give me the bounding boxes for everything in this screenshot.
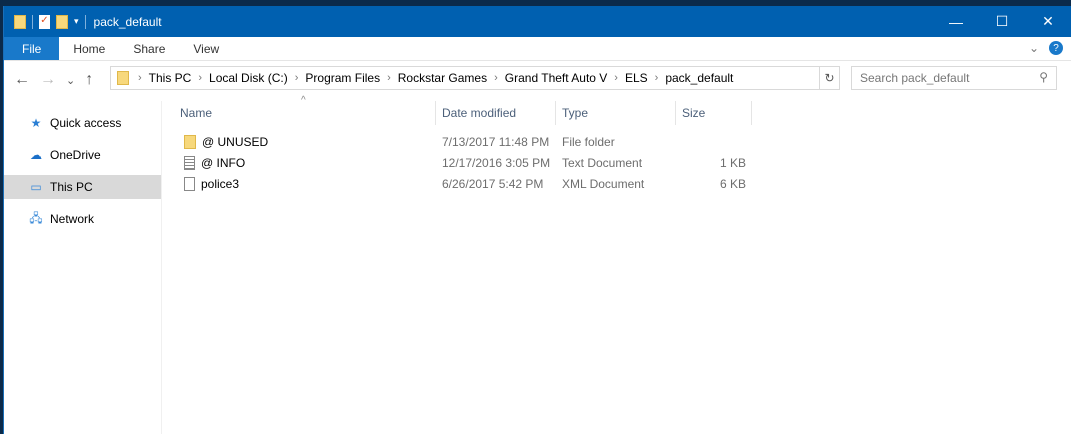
- file-list: ^ Name Date modified Type Size @ UNUSED …: [174, 95, 1071, 194]
- file-size: 1 KB: [719, 155, 746, 170]
- divider: [32, 14, 33, 29]
- file-date: 6/26/2017 5:42 PM: [442, 176, 544, 191]
- new-folder-icon[interactable]: [56, 14, 68, 29]
- expand-ribbon-icon[interactable]: ⌄: [1029, 41, 1039, 55]
- refresh-button[interactable]: ↻: [819, 67, 839, 89]
- navigation-pane: ★ Quick access ☁ OneDrive ▭ This PC 🖧 Networ…: [4, 101, 162, 434]
- back-button[interactable]: ←: [14, 71, 30, 89]
- star-icon: ★: [30, 116, 42, 130]
- tab-home[interactable]: Home: [59, 37, 119, 60]
- text-file-icon: [184, 155, 195, 170]
- tab-view[interactable]: View: [179, 37, 233, 60]
- breadcrumb-gta-v[interactable]: Grand Theft Auto V: [505, 71, 608, 85]
- chevron-right-icon[interactable]: ›: [387, 72, 391, 84]
- file-row[interactable]: @ UNUSED 7/13/2017 11:48 PM File folder: [174, 131, 1071, 152]
- recent-locations-button[interactable]: ⌄: [66, 74, 75, 87]
- file-date: 12/17/2016 3:05 PM: [442, 155, 551, 170]
- chevron-right-icon[interactable]: ›: [295, 72, 299, 84]
- chevron-right-icon[interactable]: ›: [198, 72, 202, 84]
- file-name: @ UNUSED: [202, 134, 269, 149]
- computer-icon: ▭: [30, 180, 42, 194]
- minimize-button[interactable]: —: [933, 6, 979, 37]
- sidebar-item-label: This PC: [50, 180, 93, 194]
- forward-button[interactable]: →: [40, 71, 56, 89]
- title-bar: ✓ ▾ pack_default — ☐ ✕: [4, 6, 1071, 37]
- sidebar-item-this-pc[interactable]: ▭ This PC: [4, 175, 161, 199]
- breadcrumb-rockstar-games[interactable]: Rockstar Games: [398, 71, 487, 85]
- column-header-date[interactable]: Date modified: [436, 101, 556, 125]
- window-title: pack_default: [93, 14, 162, 29]
- sidebar-item-network[interactable]: 🖧 Network: [4, 207, 161, 231]
- chevron-right-icon[interactable]: ›: [494, 72, 498, 84]
- divider: [84, 14, 86, 29]
- file-row[interactable]: police3 6/26/2017 5:42 PM XML Document 6…: [174, 173, 1071, 194]
- search-icon: ⚲: [1039, 70, 1048, 84]
- network-icon: 🖧: [29, 210, 43, 225]
- sidebar-item-onedrive[interactable]: ☁ OneDrive: [4, 143, 161, 167]
- breadcrumb-els[interactable]: ELS: [625, 71, 648, 85]
- file-type: File folder: [562, 134, 615, 149]
- search-placeholder: Search pack_default: [860, 71, 970, 85]
- tab-share[interactable]: Share: [119, 37, 179, 60]
- file-type: Text Document: [562, 155, 643, 170]
- search-input[interactable]: Search pack_default ⚲: [851, 66, 1057, 90]
- up-button[interactable]: ↑: [85, 71, 93, 89]
- file-size: 6 KB: [719, 176, 746, 191]
- customize-qat-icon[interactable]: ▾: [74, 16, 79, 27]
- folder-icon: [14, 14, 26, 29]
- file-row[interactable]: @ INFO 12/17/2016 3:05 PM Text Document …: [174, 152, 1071, 173]
- chevron-right-icon[interactable]: ›: [614, 72, 618, 84]
- properties-icon[interactable]: ✓: [39, 14, 50, 29]
- chevron-right-icon[interactable]: ›: [138, 72, 142, 84]
- xml-file-icon: [184, 176, 195, 191]
- close-button[interactable]: ✕: [1025, 6, 1071, 37]
- sidebar-item-label: Network: [50, 212, 95, 226]
- ribbon-tabs: File Home Share View ⌄?: [4, 37, 1071, 61]
- maximize-button[interactable]: ☐: [979, 6, 1025, 37]
- column-header-type[interactable]: Type: [556, 101, 676, 125]
- sidebar-item-quick-access[interactable]: ★ Quick access: [4, 111, 161, 135]
- breadcrumb-program-files[interactable]: Program Files: [305, 71, 380, 85]
- sidebar-item-label: Quick access: [50, 116, 122, 130]
- explorer-window: ✓ ▾ pack_default — ☐ ✕ File Home Share V…: [3, 6, 1071, 434]
- folder-icon: [184, 134, 196, 149]
- file-type: XML Document: [562, 176, 645, 191]
- cloud-icon: ☁: [30, 148, 42, 162]
- breadcrumb-pack-default[interactable]: pack_default: [665, 71, 733, 85]
- sidebar-item-label: OneDrive: [50, 148, 101, 162]
- help-icon[interactable]: ?: [1049, 41, 1063, 55]
- file-name: @ INFO: [201, 155, 246, 170]
- chevron-right-icon[interactable]: ›: [655, 72, 659, 84]
- file-name: police3: [201, 176, 240, 191]
- column-header-name[interactable]: Name: [174, 101, 436, 125]
- address-bar[interactable]: › This PC › Local Disk (C:) › Program Files…: [110, 66, 840, 90]
- folder-icon: [117, 71, 129, 85]
- breadcrumb-local-disk[interactable]: Local Disk (C:): [209, 71, 288, 85]
- tab-file[interactable]: File: [4, 37, 60, 60]
- file-date: 7/13/2017 11:48 PM: [442, 134, 550, 149]
- breadcrumb-this-pc[interactable]: This PC: [149, 71, 192, 85]
- column-header-size[interactable]: Size: [676, 101, 752, 125]
